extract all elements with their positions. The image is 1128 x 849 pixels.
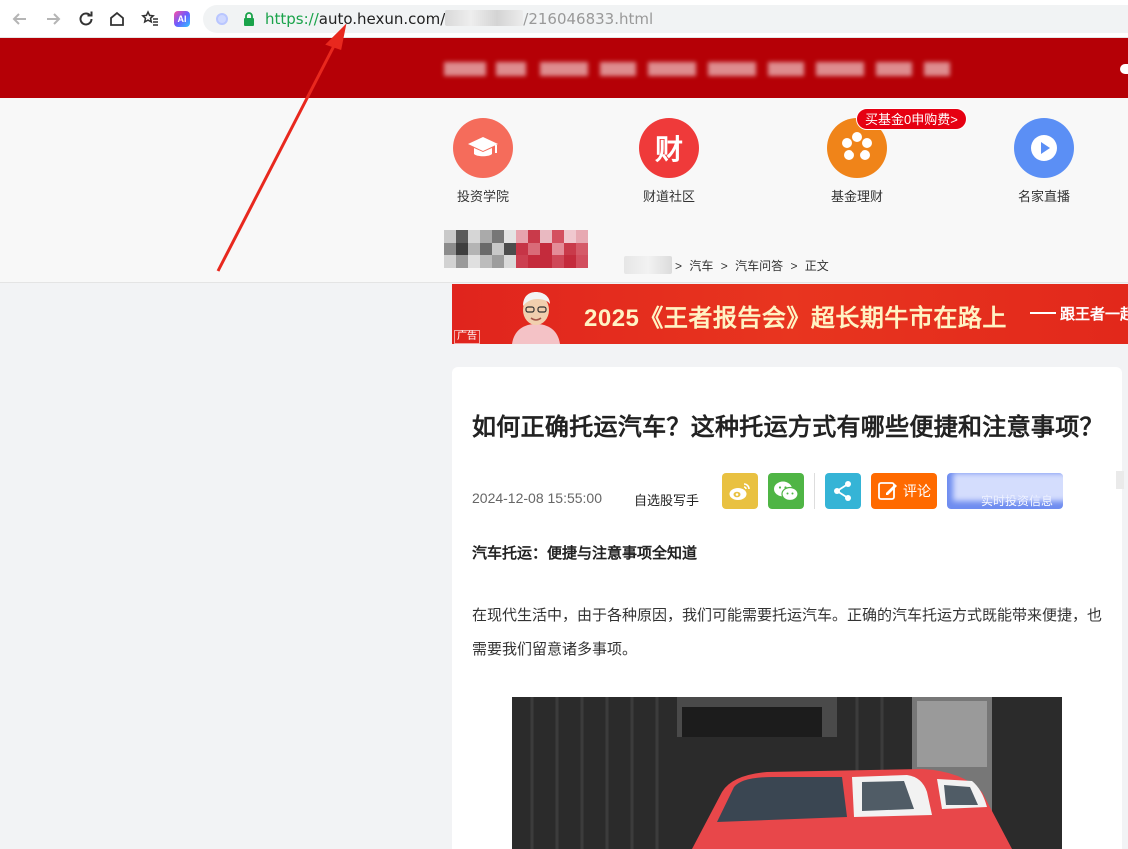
article-subheading: 汽车托运：便捷与注意事项全知道 xyxy=(472,545,698,562)
browser-toolbar: AI https://auto.hexun.com//216046833.htm… xyxy=(0,0,1128,38)
publish-date: 2024-12-08 15:55:00 xyxy=(472,490,602,506)
ai-assistant-icon[interactable]: AI xyxy=(170,7,194,31)
realtime-info-button[interactable]: 实时投资信息 xyxy=(947,473,1063,509)
app-caidao-community[interactable]: 财 财道社区 xyxy=(624,118,714,205)
breadcrumb-link[interactable]: 汽车问答 xyxy=(735,259,783,273)
ad-tag: 广告 xyxy=(454,330,480,344)
nav-redacted[interactable] xyxy=(816,62,864,76)
breadcrumb-home-redacted[interactable] xyxy=(624,256,672,274)
nav-redacted[interactable] xyxy=(600,62,636,76)
cai-logo-icon: 财 xyxy=(639,118,699,178)
nav-redacted[interactable] xyxy=(924,62,950,76)
article-card: 如何正确托运汽车？这种托运方式有哪些便捷和注意事项？ 2024-12-08 15… xyxy=(452,367,1124,849)
quick-links-band: 投资学院 财 财道社区 基金理财 名家直播 买基金0申购费> > 汽车 > 汽车… xyxy=(0,98,1128,283)
site-logo-redacted[interactable] xyxy=(444,230,600,268)
share-icon[interactable] xyxy=(825,473,861,509)
app-fund-finance[interactable]: 基金理财 xyxy=(812,118,902,205)
reload-icon[interactable] xyxy=(74,7,98,31)
back-arrow-icon[interactable] xyxy=(8,7,32,31)
share-divider xyxy=(814,473,815,509)
graduation-cap-icon xyxy=(453,118,513,178)
comment-button[interactable]: 评论 xyxy=(871,473,937,509)
ad-arrow-icon xyxy=(1030,312,1056,314)
app-expert-live[interactable]: 名家直播 xyxy=(999,118,1089,205)
article-source[interactable]: 自选股写手 xyxy=(634,490,699,509)
url-redacted xyxy=(445,10,524,26)
ad-tail-text: 跟王者一起 xyxy=(1060,306,1128,323)
breadcrumb-current: 正文 xyxy=(804,259,829,273)
header-edge-icon xyxy=(1120,64,1128,74)
nav-redacted[interactable] xyxy=(444,62,486,76)
article-image-car xyxy=(512,697,1062,849)
nav-redacted[interactable] xyxy=(876,62,912,76)
wechat-share-icon[interactable] xyxy=(768,473,804,509)
edit-icon xyxy=(878,482,897,500)
url-text[interactable]: https://auto.hexun.com//216046833.html xyxy=(265,10,653,28)
site-header xyxy=(0,38,1128,98)
promo-badge[interactable]: 买基金0申购费> xyxy=(856,108,967,130)
ad-banner[interactable]: 2025《王者报告会》超长期牛市在路上 跟王者一起 广告 xyxy=(452,284,1128,344)
nav-redacted[interactable] xyxy=(540,62,588,76)
side-tab[interactable] xyxy=(1116,471,1124,489)
ad-headline: 2025《王者报告会》超长期牛市在路上 xyxy=(584,305,1007,332)
app-investment-academy[interactable]: 投资学院 xyxy=(438,118,528,205)
presenter-portrait xyxy=(512,292,560,344)
article-paragraph: 在现代生活中，由于各种原因，我们可能需要托运汽车。正确的汽车托运方式既能带来便捷… xyxy=(472,607,1103,658)
home-icon[interactable] xyxy=(105,7,129,31)
lock-icon[interactable] xyxy=(243,12,255,31)
breadcrumb-link[interactable]: 汽车 xyxy=(689,259,713,273)
breadcrumb: > 汽车 > 汽车问答 > 正文 xyxy=(675,259,829,273)
nav-redacted[interactable] xyxy=(648,62,696,76)
address-bar[interactable]: https://auto.hexun.com//216046833.html xyxy=(203,5,1128,33)
nav-redacted[interactable] xyxy=(708,62,756,76)
play-icon xyxy=(1014,118,1074,178)
privacy-shield-icon[interactable] xyxy=(216,13,228,25)
nav-redacted[interactable] xyxy=(496,62,526,76)
article-title: 如何正确托运汽车？这种托运方式有哪些便捷和注意事项？ xyxy=(472,413,1104,441)
favorites-star-icon[interactable] xyxy=(138,7,162,31)
nav-redacted[interactable] xyxy=(768,62,804,76)
forward-arrow-icon[interactable] xyxy=(41,7,65,31)
weibo-share-icon[interactable] xyxy=(722,473,758,509)
info-button-redacted xyxy=(953,473,1063,501)
